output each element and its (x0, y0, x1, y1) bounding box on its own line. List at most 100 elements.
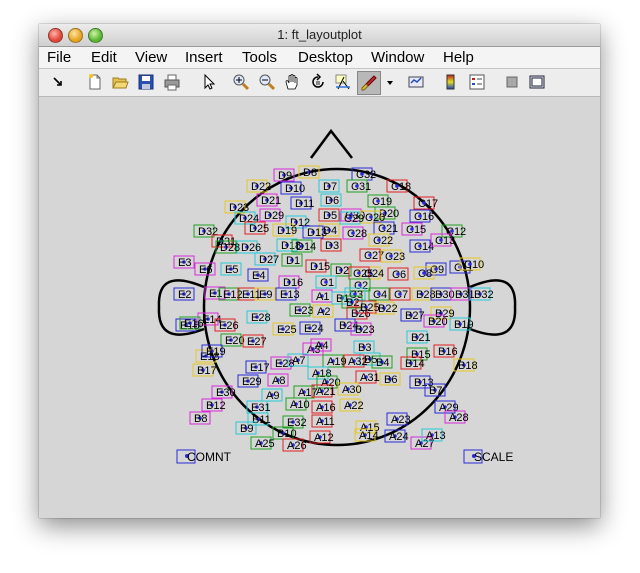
channel-C13: C13 (430, 233, 455, 247)
zoom-in-icon[interactable] (232, 73, 250, 91)
hide-plot-tools-icon[interactable] (503, 73, 521, 91)
menu-file[interactable]: File (47, 49, 71, 66)
channel-label: B23 (355, 324, 375, 336)
menu-tools[interactable]: Tools (242, 49, 277, 66)
channel-label: B20 (428, 316, 448, 328)
show-plot-tools-icon[interactable] (528, 73, 546, 91)
data-cursor-icon[interactable] (334, 73, 352, 91)
channel-C18: C18 (386, 179, 411, 193)
channel-label: D22 (251, 181, 271, 193)
zoom-out-icon[interactable] (258, 73, 276, 91)
channel-E29: E29 (237, 374, 262, 388)
channel-C7: C7 (389, 287, 411, 301)
menu-insert[interactable]: Insert (185, 49, 223, 66)
channel-label: B14 (405, 358, 425, 370)
channel-E6: E6 (194, 262, 216, 276)
legend-icon[interactable] (468, 73, 486, 91)
figure-toolbar (39, 69, 600, 97)
channel-label: C23 (385, 251, 405, 263)
channel-D26: D26 (236, 240, 261, 254)
channel-D5: D5 (318, 208, 340, 222)
channel-label: E2 (178, 289, 191, 301)
channel-label: C22 (373, 235, 393, 247)
channel-label: E11 (242, 289, 261, 301)
rotate-3d-icon[interactable] (309, 73, 327, 91)
channel-label: E28 (251, 312, 271, 324)
layout-plot: D8 C32D9D7 C31 C18D22 D10D21 D6 C19 C17D23 D11C3… (157, 128, 517, 464)
menu-window[interactable]: Window (371, 49, 424, 66)
channel-E23: E23 (289, 303, 314, 317)
print-icon[interactable] (163, 73, 181, 91)
channel-label: E30 (216, 387, 236, 399)
channel-label: D9 (278, 170, 292, 182)
channel-label: B4 (376, 357, 389, 369)
dropdown-arrow-icon[interactable] (385, 73, 395, 91)
channel-label: A4 (315, 340, 328, 352)
channel-label: D6 (325, 195, 339, 207)
channel-label: D29 (264, 210, 284, 222)
channel-label: D10 (285, 183, 305, 195)
channel-label: C6 (392, 269, 406, 281)
menu-desktop[interactable]: Desktop (298, 49, 353, 66)
brush-button[interactable] (357, 71, 381, 95)
channel-label: C25 (353, 268, 373, 280)
channel-label: E4 (252, 270, 265, 282)
open-file-icon[interactable] (111, 73, 129, 91)
channel-label: B17 (197, 365, 217, 377)
channel-A19: A19 (322, 354, 347, 368)
channel-label: A2 (317, 306, 330, 318)
title-bar[interactable]: 1: ft_layoutplot (39, 24, 600, 47)
channel-label: B22 (378, 303, 398, 315)
channel-C1: C1 (315, 275, 337, 289)
channel-label: D14 (296, 241, 316, 253)
channel-B28: B28 (411, 287, 436, 301)
channel-D32: D32 (193, 224, 218, 238)
channel-E19: E19 (201, 344, 226, 358)
channel-B31: B31 (450, 287, 475, 301)
svg-text:SCALE: SCALE (474, 450, 513, 464)
channel-A10: A10 (285, 397, 310, 411)
channel-A2: A2 (312, 304, 334, 318)
channel-label: A8 (272, 375, 285, 387)
dock-arrow-icon[interactable] (49, 73, 67, 91)
pointer-icon[interactable] (200, 73, 218, 91)
channel-C21: C21 (373, 221, 398, 235)
channel-label: B9 (240, 423, 253, 435)
colorbar-icon[interactable] (442, 73, 460, 91)
channel-C25: C25 (348, 266, 373, 280)
channel-B12: B12 (201, 398, 226, 412)
channel-E5: E5 (220, 262, 242, 276)
brush-icon (361, 75, 377, 91)
channel-B20: B20 (423, 314, 448, 328)
channel-C28: C28 (342, 226, 367, 240)
link-plot-icon[interactable] (407, 73, 425, 91)
channel-label: E6 (199, 264, 212, 276)
channel-A1: A1 (311, 289, 333, 303)
matlab-figure-window: 1: ft_layoutplot File Edit View Insert T… (39, 24, 600, 518)
channel-C15: C15 (401, 222, 426, 236)
channel-E31: E31 (246, 400, 271, 414)
channel-label: B27 (405, 310, 425, 322)
pan-hand-icon[interactable] (283, 73, 301, 91)
figure-canvas[interactable]: D8 C32 D9 D7 C31 C18 D22 D10 D21 D6 C19 C17 D23 D11 C3… (39, 97, 600, 518)
channel-label: D8 (303, 167, 317, 179)
channel-D14: D14 (291, 239, 316, 253)
channel-label: B28 (416, 289, 436, 301)
menu-bar: File Edit View Insert Tools Desktop Wind… (39, 47, 600, 69)
channel-D21: D21 (256, 193, 281, 207)
channel-A22: A22 (339, 398, 364, 412)
save-icon[interactable] (137, 73, 155, 91)
channel-label: A30 (342, 384, 362, 396)
channel-label: E16 (184, 318, 204, 330)
channel-label: A23 (391, 414, 411, 426)
channel-A30: A30 (337, 382, 362, 396)
menu-view[interactable]: View (135, 49, 167, 66)
channel-B8: B8 (189, 411, 211, 425)
channel-label: B31 (455, 289, 475, 301)
channel-label: D15 (310, 261, 330, 273)
channel-C16: C16 (409, 209, 434, 223)
channel-label: E27 (247, 336, 267, 348)
menu-edit[interactable]: Edit (91, 49, 117, 66)
menu-help[interactable]: Help (443, 49, 474, 66)
new-figure-icon[interactable] (86, 73, 104, 91)
